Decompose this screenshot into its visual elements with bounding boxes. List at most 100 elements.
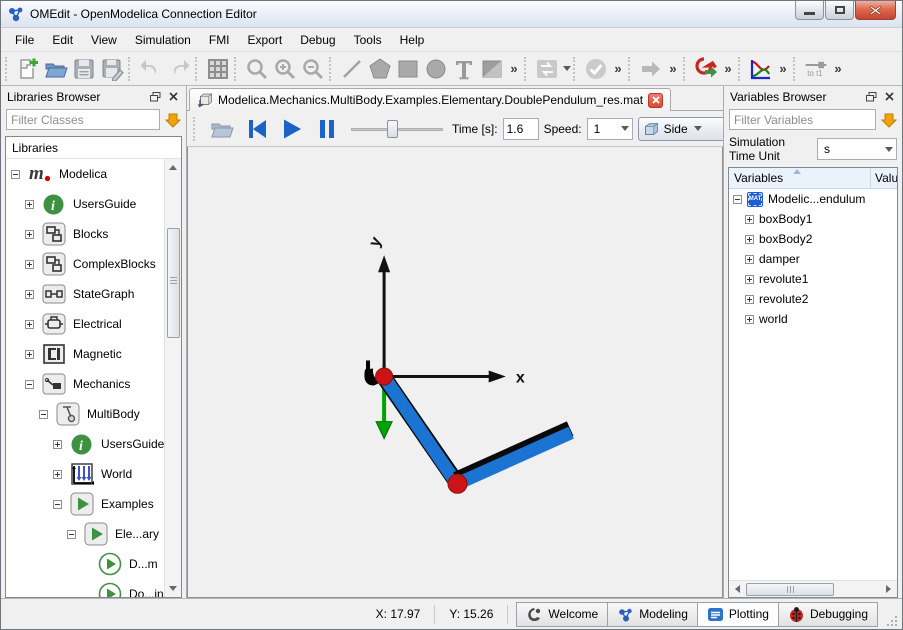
plot-overflow-button[interactable]: » (775, 61, 791, 76)
filter-variables-input[interactable] (729, 109, 876, 130)
re-simulate-overflow-button[interactable]: » (720, 61, 736, 76)
float-panel-button[interactable] (148, 90, 162, 104)
expander-plus[interactable] (745, 235, 754, 244)
welcome-perspective-button[interactable]: Welcome (517, 603, 608, 626)
float-panel-button[interactable] (864, 90, 878, 104)
variable-item-revolute1[interactable]: revolute1 (729, 269, 897, 289)
tree-item-examples[interactable]: Examples (6, 489, 164, 519)
bitmap-shape-button[interactable] (478, 55, 506, 83)
close-panel-button[interactable] (882, 90, 896, 104)
redo-button[interactable] (165, 55, 193, 83)
new-plot-button[interactable] (747, 55, 775, 83)
tree-item-complexblocks[interactable]: ComplexBlocks (6, 249, 164, 279)
undo-button[interactable] (137, 55, 165, 83)
polygon-shape-button[interactable] (366, 55, 394, 83)
expander-plus[interactable] (25, 290, 34, 299)
simulation-time-button[interactable]: to t1 (802, 55, 830, 83)
speed-combobox[interactable]: 1 (587, 118, 633, 140)
scroll-right-icon[interactable] (886, 585, 891, 593)
expander-plus[interactable] (25, 230, 34, 239)
debugging-perspective-button[interactable]: Debugging (779, 603, 877, 626)
tree-item-magnetic[interactable]: Magnetic (6, 339, 164, 369)
result-file-tab[interactable]: Modelica.Mechanics.MultiBody.Examples.El… (189, 88, 671, 111)
expander-plus[interactable] (53, 470, 62, 479)
menu-view[interactable]: View (82, 29, 126, 51)
tree-item-modelica[interactable]: m Modelica (6, 159, 164, 189)
tree-item-stategraph[interactable]: StateGraph (6, 279, 164, 309)
simulate-overflow-button[interactable]: » (665, 61, 681, 76)
open-result-file-button[interactable] (207, 115, 237, 143)
text-shape-button[interactable] (450, 55, 478, 83)
minimize-button[interactable] (795, 1, 824, 20)
tree-item-multibody[interactable]: MultiBody (6, 399, 164, 429)
menu-edit[interactable]: Edit (43, 29, 82, 51)
zoom-out-button[interactable] (299, 55, 327, 83)
scrollbar-thumb[interactable] (746, 583, 834, 596)
scroll-down-icon[interactable] (169, 586, 177, 591)
close-panel-button[interactable] (166, 90, 180, 104)
variables-table-header[interactable]: Variables Valu (729, 168, 897, 189)
connect-mode-button[interactable] (533, 55, 561, 83)
variable-item-revolute2[interactable]: revolute2 (729, 289, 897, 309)
grid-lines-button[interactable] (204, 55, 232, 83)
menu-help[interactable]: Help (391, 29, 434, 51)
maximize-button[interactable] (825, 1, 854, 20)
expander-minus[interactable] (39, 410, 48, 419)
scrollbar-thumb[interactable] (167, 228, 180, 338)
variables-horizontal-scrollbar[interactable] (729, 580, 897, 597)
play-animation-button[interactable] (277, 115, 307, 143)
open-model-button[interactable] (42, 55, 70, 83)
expander-minus[interactable] (11, 170, 20, 179)
filter-dropdown-arrow-icon[interactable] (165, 112, 181, 128)
expander-plus[interactable] (745, 215, 754, 224)
tree-item-elementary[interactable]: Ele...ary (6, 519, 164, 549)
scroll-left-icon[interactable] (735, 585, 740, 593)
time-overflow-button[interactable]: » (830, 61, 846, 76)
expander-minus[interactable] (25, 380, 34, 389)
variable-item-world[interactable]: world (729, 309, 897, 329)
expander-plus[interactable] (25, 260, 34, 269)
menu-fmi[interactable]: FMI (200, 29, 239, 51)
expander-plus[interactable] (745, 275, 754, 284)
tree-item-mechanics[interactable]: Mechanics (6, 369, 164, 399)
menu-simulation[interactable]: Simulation (126, 29, 200, 51)
save-button[interactable] (70, 55, 98, 83)
tree-item-electrical[interactable]: Electrical (6, 309, 164, 339)
expander-plus[interactable] (745, 255, 754, 264)
rectangle-shape-button[interactable] (394, 55, 422, 83)
modeling-perspective-button[interactable]: Modeling (608, 603, 698, 626)
expander-plus[interactable] (25, 350, 34, 359)
resize-grip[interactable] (886, 615, 898, 627)
libraries-vertical-scrollbar[interactable] (164, 159, 181, 597)
slider-thumb[interactable] (387, 120, 398, 138)
re-simulate-button[interactable] (692, 55, 720, 83)
tree-item-blocks[interactable]: Blocks (6, 219, 164, 249)
filter-dropdown-arrow-icon[interactable] (881, 112, 897, 128)
tree-item-doublependulum[interactable]: D...m (6, 549, 164, 579)
check-model-button[interactable] (582, 55, 610, 83)
line-shape-button[interactable] (338, 55, 366, 83)
variable-item-boxbody1[interactable]: boxBody1 (729, 209, 897, 229)
variable-item-damper[interactable]: damper (729, 249, 897, 269)
simulate-button[interactable] (637, 55, 665, 83)
ellipse-shape-button[interactable] (422, 55, 450, 83)
expander-plus[interactable] (745, 315, 754, 324)
check-overflow-button[interactable]: » (610, 61, 626, 76)
time-input[interactable] (503, 118, 539, 140)
menu-file[interactable]: File (6, 29, 43, 51)
new-model-button[interactable] (14, 55, 42, 83)
close-button[interactable] (855, 1, 896, 20)
scroll-up-icon[interactable] (169, 165, 177, 170)
tree-item-usersguide[interactable]: i UsersGuide (6, 189, 164, 219)
expander-minus[interactable] (53, 500, 62, 509)
time-unit-combobox[interactable]: s (817, 138, 897, 160)
expander-plus[interactable] (745, 295, 754, 304)
value-column-header[interactable]: Valu (870, 168, 897, 188)
filter-classes-input[interactable] (6, 109, 160, 130)
shapes-overflow-button[interactable]: » (506, 61, 522, 76)
animation-time-slider[interactable] (351, 119, 443, 139)
expander-plus[interactable] (25, 200, 34, 209)
connect-mode-dropdown[interactable] (563, 66, 571, 71)
plotting-perspective-button[interactable]: Plotting (698, 603, 779, 626)
pause-animation-button[interactable] (312, 115, 342, 143)
